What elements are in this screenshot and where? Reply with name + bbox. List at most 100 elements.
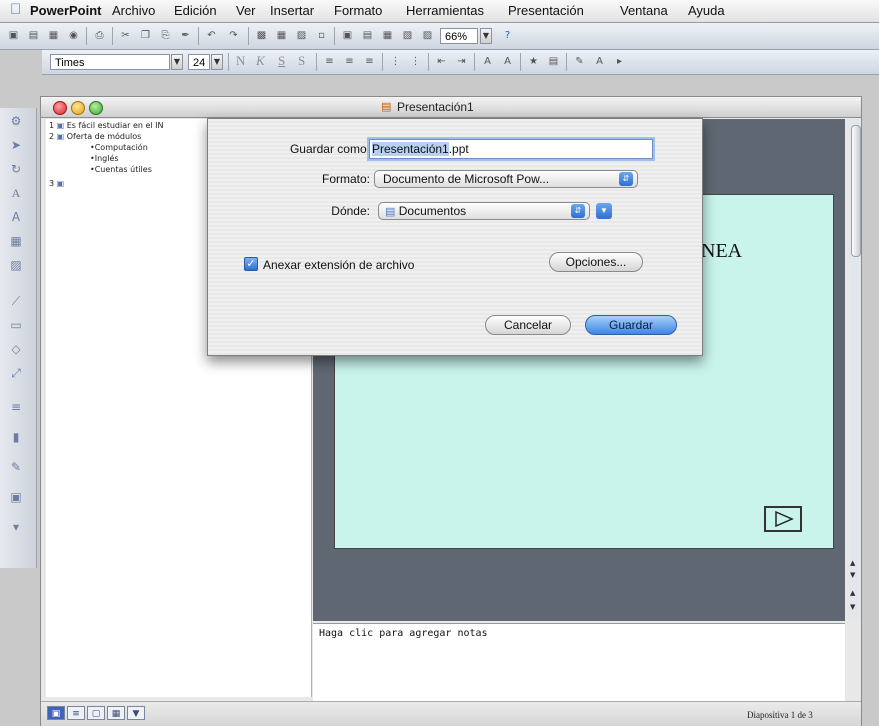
color-icon[interactable]: ▧ bbox=[400, 28, 415, 43]
palette-expand-icon[interactable]: ▾ bbox=[6, 518, 26, 536]
options-button[interactable]: Opciones... bbox=[549, 252, 643, 272]
menu-item-herramientas[interactable]: Herramientas bbox=[406, 3, 484, 18]
menu-item-ver[interactable]: Ver bbox=[236, 3, 256, 18]
outline-item[interactable]: •Computación bbox=[90, 143, 148, 152]
outline-view-button[interactable]: ≡ bbox=[67, 706, 85, 720]
previous-slide-icon[interactable]: ▲ bbox=[850, 589, 855, 597]
font-dropdown-arrow-icon[interactable]: ▼ bbox=[171, 54, 183, 70]
slide-view-button[interactable]: ▢ bbox=[87, 706, 105, 720]
menu-item-ayuda[interactable]: Ayuda bbox=[688, 3, 725, 18]
underline-button[interactable]: S bbox=[278, 53, 285, 69]
picture-icon[interactable]: ▨ bbox=[6, 256, 26, 274]
transition-icon[interactable]: ▤ bbox=[546, 54, 561, 69]
line-style-icon[interactable]: ≡ bbox=[6, 398, 26, 416]
font-color-icon[interactable]: A bbox=[592, 54, 607, 69]
highlight-icon[interactable]: ✎ bbox=[572, 54, 587, 69]
line-color-icon[interactable]: ✎ bbox=[6, 458, 26, 476]
close-window-icon[interactable] bbox=[53, 101, 67, 115]
wordart-icon[interactable]: A bbox=[6, 208, 26, 226]
zoom-dropdown-arrow-icon[interactable]: ▼ bbox=[480, 28, 492, 44]
connector-icon[interactable]: ⤢ bbox=[6, 364, 26, 382]
shadow-icon[interactable]: ▣ bbox=[6, 488, 26, 506]
align-center-icon[interactable]: ≡ bbox=[342, 54, 357, 69]
normal-view-button[interactable]: ▣ bbox=[47, 706, 65, 720]
next-slide-icon[interactable]: ▼ bbox=[850, 603, 855, 611]
open-folder-icon[interactable]: ▤ bbox=[26, 28, 41, 43]
animation-icon[interactable]: ★ bbox=[526, 54, 541, 69]
format-painter-icon[interactable]: ✒ bbox=[178, 28, 193, 43]
vertical-scrollbar[interactable]: ▲ ▼ ▲ ▼ bbox=[849, 119, 861, 621]
print-icon[interactable]: ⎙ bbox=[92, 28, 107, 43]
scroll-down-arrow-icon[interactable]: ▼ bbox=[850, 571, 855, 579]
rotate-icon[interactable]: ↻ bbox=[6, 160, 26, 178]
save-icon[interactable]: ▦ bbox=[46, 28, 61, 43]
decrease-indent-icon[interactable]: ⇤ bbox=[434, 54, 449, 69]
toolbar-more-icon[interactable]: ▸ bbox=[612, 54, 627, 69]
copy-icon[interactable]: ❐ bbox=[138, 28, 153, 43]
clip-art-icon[interactable]: ▦ bbox=[6, 232, 26, 250]
save-button[interactable]: Guardar bbox=[585, 315, 677, 335]
grayscale-icon[interactable]: ▨ bbox=[420, 28, 435, 43]
window-titlebar[interactable]: ▤ Presentación1 bbox=[41, 97, 861, 118]
menu-item-archivo[interactable]: Archivo bbox=[112, 3, 155, 18]
paste-icon[interactable]: ⎘ bbox=[158, 28, 173, 43]
insert-picture-icon[interactable]: ▨ bbox=[294, 28, 309, 43]
filename-input[interactable]: Presentación1.ppt bbox=[369, 139, 653, 159]
notes-placeholder[interactable]: Haga clic para agregar notas bbox=[319, 628, 488, 639]
select-arrow-icon[interactable]: ➤ bbox=[6, 136, 26, 154]
insert-chart-icon[interactable]: ▩ bbox=[254, 28, 269, 43]
numbering-icon[interactable]: ⋮ bbox=[388, 54, 403, 69]
italic-button[interactable]: K bbox=[256, 53, 265, 69]
outline-item[interactable]: 3 ▣ bbox=[49, 179, 64, 188]
scroll-up-arrow-icon[interactable]: ▲ bbox=[850, 559, 855, 567]
bold-button[interactable]: N bbox=[236, 53, 245, 69]
menu-item-insertar[interactable]: Insertar bbox=[270, 3, 314, 18]
apple-menu-icon[interactable]:  bbox=[10, 1, 21, 18]
zoom-window-icon[interactable] bbox=[89, 101, 103, 115]
menu-app-name[interactable]: PowerPoint bbox=[30, 3, 102, 18]
cut-icon[interactable]: ✂ bbox=[118, 28, 133, 43]
fill-color-icon[interactable]: ▮ bbox=[6, 428, 26, 446]
new-document-icon[interactable]: ▣ bbox=[6, 28, 21, 43]
menu-item-ventana[interactable]: Ventana bbox=[620, 3, 668, 18]
web-icon[interactable]: ◉ bbox=[66, 28, 81, 43]
font-size-field[interactable]: 24 bbox=[188, 54, 210, 70]
shadow-button[interactable]: S bbox=[298, 53, 305, 69]
append-extension-checkbox[interactable]: ✓ bbox=[244, 257, 258, 271]
where-popup[interactable]: ▤ Documentos ⇵ bbox=[378, 202, 590, 220]
cancel-button[interactable]: Cancelar bbox=[485, 315, 571, 335]
decrease-font-icon[interactable]: A bbox=[500, 54, 515, 69]
scrollbar-thumb[interactable] bbox=[851, 125, 861, 257]
outline-item[interactable]: 1 ▣ Es fácil estudiar en el IN bbox=[49, 121, 164, 130]
help-icon[interactable]: ? bbox=[500, 28, 515, 43]
menu-item-edicion[interactable]: Edición bbox=[174, 3, 217, 18]
slide-sorter-button[interactable]: ▦ bbox=[107, 706, 125, 720]
menu-item-formato[interactable]: Formato bbox=[334, 3, 382, 18]
undo-icon[interactable]: ↶ bbox=[204, 28, 219, 43]
redo-icon[interactable]: ↷ bbox=[226, 28, 241, 43]
insert-table-icon[interactable]: ▦ bbox=[274, 28, 289, 43]
menu-item-presentacion[interactable]: Presentación bbox=[508, 3, 584, 18]
outline-item[interactable]: 2 ▣ Oferta de módulos bbox=[49, 132, 141, 141]
formatting-palette-icon[interactable]: ▦ bbox=[380, 28, 395, 43]
toolbox-icon[interactable]: ▣ bbox=[340, 28, 355, 43]
outline-item[interactable]: •Cuentas útiles bbox=[90, 165, 152, 174]
autoshapes-icon[interactable]: ◇ bbox=[6, 340, 26, 358]
rectangle-icon[interactable]: ▭ bbox=[6, 316, 26, 334]
outline-item[interactable]: •Inglés bbox=[90, 154, 119, 163]
zoom-field[interactable]: 66% bbox=[440, 28, 478, 44]
new-slide-icon[interactable]: ▫ bbox=[314, 28, 329, 43]
line-icon[interactable]: ⟋ bbox=[6, 292, 26, 310]
align-right-icon[interactable]: ≡ bbox=[362, 54, 377, 69]
minimize-window-icon[interactable] bbox=[71, 101, 85, 115]
expand-dialog-icon[interactable]: ▼ bbox=[596, 203, 612, 219]
font-name-field[interactable]: Times bbox=[50, 54, 170, 70]
gallery-icon[interactable]: ▤ bbox=[360, 28, 375, 43]
action-button-play[interactable] bbox=[764, 506, 802, 532]
slide-title-text[interactable]: NEA bbox=[701, 240, 742, 263]
bullets-icon[interactable]: ⋮ bbox=[408, 54, 423, 69]
slide-show-button[interactable]: ▼ bbox=[127, 706, 145, 720]
size-dropdown-arrow-icon[interactable]: ▼ bbox=[211, 54, 223, 70]
text-box-icon[interactable]: A bbox=[6, 184, 26, 202]
increase-indent-icon[interactable]: ⇥ bbox=[454, 54, 469, 69]
